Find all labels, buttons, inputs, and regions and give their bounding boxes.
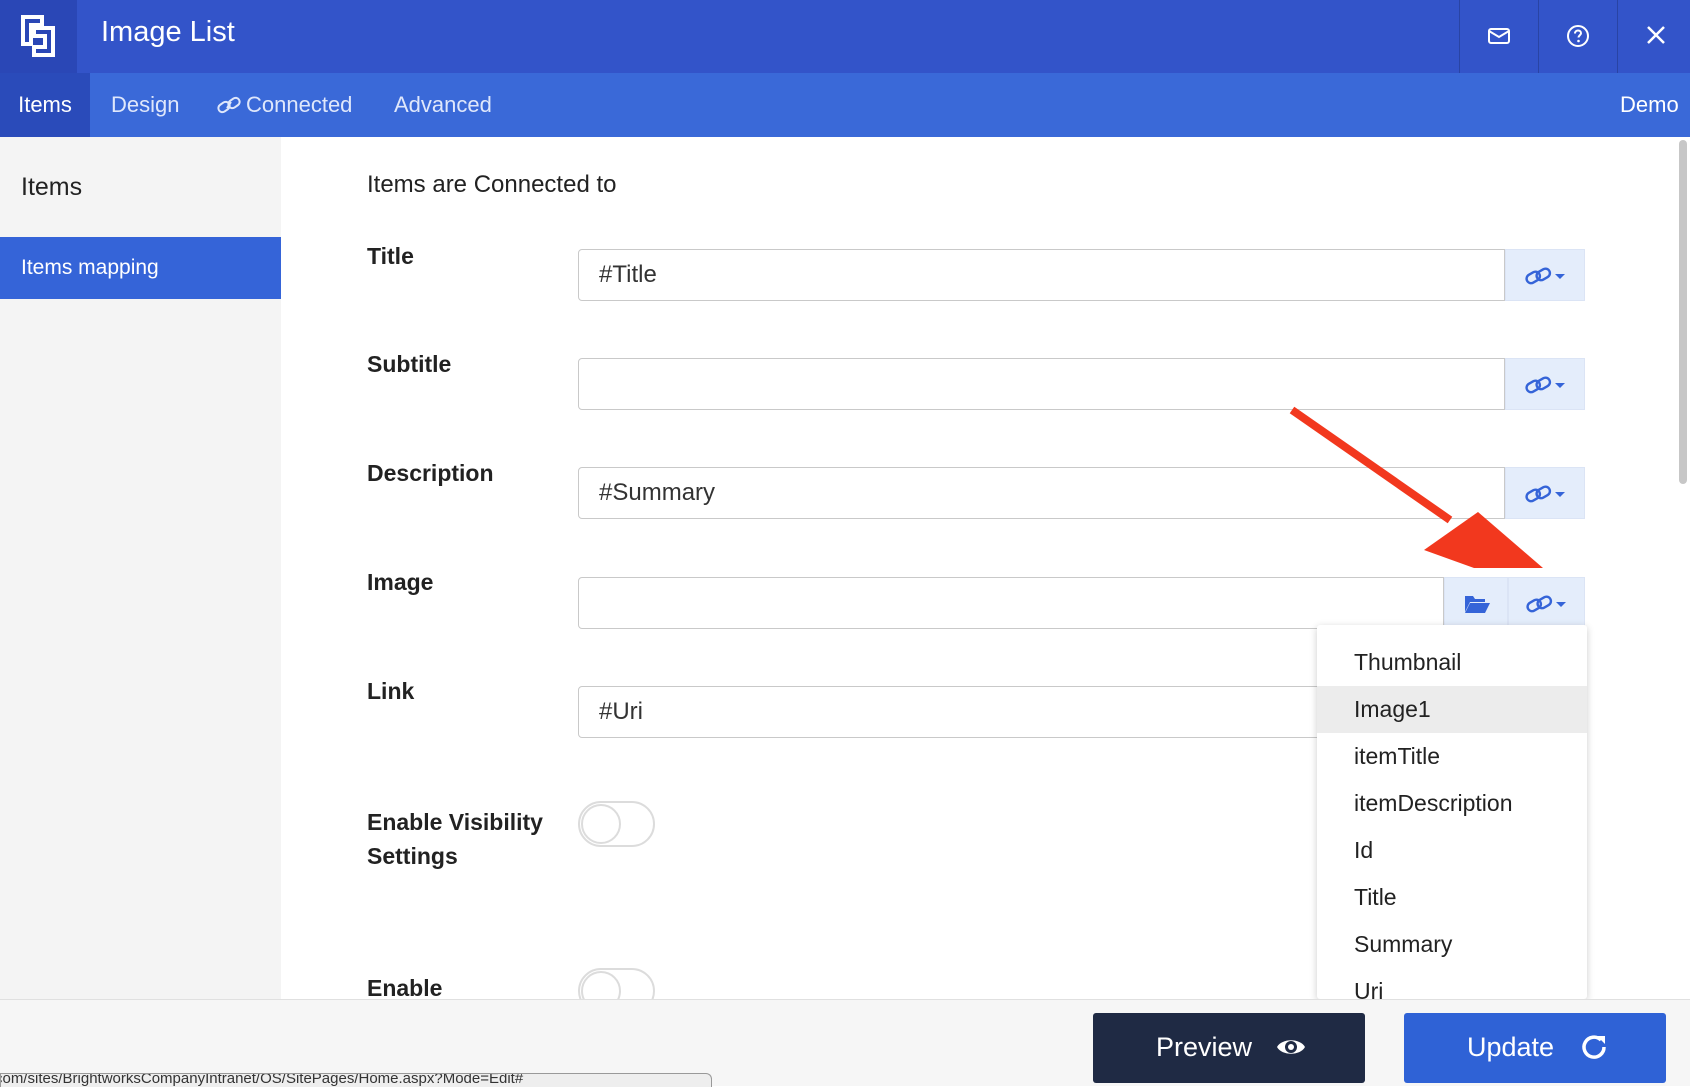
enable-toggle-label: Enable (367, 975, 443, 999)
help-button[interactable] (1538, 0, 1617, 73)
description-label: Description (367, 460, 494, 486)
preview-button[interactable]: Preview (1093, 1013, 1365, 1083)
scrollbar[interactable] (1679, 140, 1687, 484)
subtitle-connect-button[interactable] (1505, 358, 1585, 410)
description-connect-button[interactable] (1505, 467, 1585, 519)
dropdown-item[interactable]: Uri (1317, 968, 1587, 999)
tab-connected-label: Connected (246, 92, 353, 117)
link-label: Link (367, 678, 415, 704)
preview-label: Preview (1156, 1032, 1253, 1062)
folder-open-icon (1465, 596, 1490, 613)
dropdown-item[interactable]: Id (1317, 827, 1587, 874)
tab-connected[interactable]: Connected (217, 73, 352, 137)
close-icon (1647, 26, 1665, 44)
link-dropdown-icon (1525, 485, 1565, 503)
status-url-tooltip: com/sites/BrightworksCompanyIntranet/OS/… (0, 1073, 712, 1087)
section-heading: Items are Connected to (367, 171, 617, 198)
toggle-knob (581, 971, 621, 999)
visibility-toggle[interactable] (578, 801, 655, 847)
sidebar-heading: Items (21, 173, 83, 201)
subtitle-label: Subtitle (367, 351, 452, 377)
toggle-knob (581, 804, 621, 844)
dropdown-item[interactable]: Thumbnail (1317, 639, 1587, 686)
link-dropdown-icon (1525, 267, 1565, 285)
demo-link[interactable]: Demo (1620, 73, 1679, 137)
tab-advanced[interactable]: Advanced (394, 73, 492, 137)
update-button[interactable]: Update (1404, 1013, 1666, 1083)
title-bar: Image List (0, 0, 1690, 73)
dropdown-item[interactable]: Title (1317, 874, 1587, 921)
title-label: Title (367, 243, 414, 269)
enable-toggle[interactable] (578, 968, 655, 999)
tab-bar: Items Design Connected Advanced Demo (0, 73, 1690, 137)
description-input[interactable]: #Summary (578, 467, 1505, 519)
sidebar-item-items-mapping[interactable]: Items mapping (0, 237, 281, 299)
status-url: com/sites/BrightworksCompanyIntranet/OS/… (0, 1073, 524, 1087)
connect-field-dropdown: Thumbnail Image1 itemTitle itemDescripti… (1317, 625, 1587, 999)
update-label: Update (1467, 1032, 1555, 1062)
visibility-toggle-label: Enable Visibility Settings (367, 809, 543, 869)
image-input[interactable] (578, 577, 1444, 629)
image-connect-button[interactable] (1508, 577, 1585, 629)
dropdown-item[interactable]: Summary (1317, 921, 1587, 968)
logo-icon (0, 0, 77, 73)
dropdown-item[interactable]: itemTitle (1317, 733, 1587, 780)
title-input[interactable]: #Title (578, 249, 1505, 301)
browse-folder-button[interactable] (1444, 577, 1508, 629)
refresh-icon (1582, 1035, 1606, 1059)
help-icon (1567, 25, 1589, 47)
close-button[interactable] (1617, 0, 1690, 73)
mail-button[interactable] (1459, 0, 1538, 73)
subtitle-input[interactable] (578, 358, 1505, 410)
link-dropdown-icon (1526, 595, 1566, 613)
link-icon (217, 96, 241, 114)
dropdown-item[interactable]: Image1 (1317, 686, 1587, 733)
eye-icon (1277, 1040, 1305, 1054)
mail-icon (1488, 28, 1510, 44)
sidebar: Items Items mapping (0, 137, 281, 999)
title-connect-button[interactable] (1505, 249, 1585, 301)
image-label: Image (367, 569, 434, 595)
window-title: Image List (101, 16, 235, 48)
dropdown-item[interactable]: itemDescription (1317, 780, 1587, 827)
tab-items[interactable]: Items (0, 73, 90, 137)
tab-design[interactable]: Design (111, 73, 179, 137)
link-dropdown-icon (1525, 376, 1565, 394)
